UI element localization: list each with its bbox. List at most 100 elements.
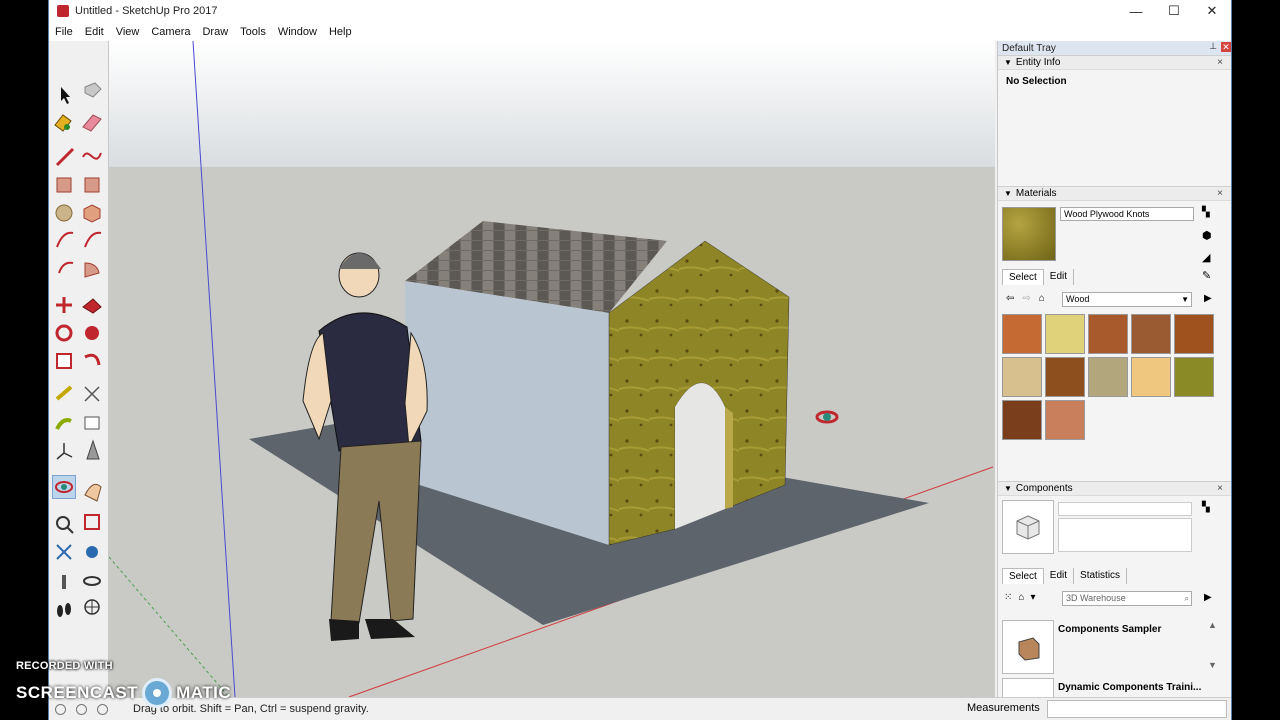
tab-select[interactable]: Select — [1002, 568, 1044, 584]
material-swatch[interactable] — [1131, 314, 1171, 354]
record-icon — [142, 678, 173, 708]
zoom-icon — [56, 516, 74, 534]
back-icon[interactable]: ⇦ — [1006, 293, 1014, 304]
material-swatch[interactable] — [1002, 314, 1042, 354]
material-swatch[interactable] — [1045, 400, 1085, 440]
tab-edit[interactable]: Edit — [1044, 568, 1075, 584]
sky — [109, 41, 995, 167]
details-icon[interactable]: ▚ — [1202, 502, 1210, 513]
push-pull-icon — [82, 298, 102, 314]
paint-bucket-icon — [54, 114, 72, 132]
door-edge — [725, 407, 733, 509]
tab-select[interactable]: Select — [1002, 269, 1044, 285]
components-title: Components — [1015, 483, 1073, 494]
menu-view[interactable]: View — [110, 26, 146, 38]
material-swatch[interactable] — [1045, 357, 1085, 397]
library-dropdown[interactable]: Wood ▼ — [1062, 292, 1192, 307]
panel-close-icon[interactable]: × — [1217, 188, 1223, 199]
window-controls: — ☐ ✕ — [1117, 0, 1231, 22]
default-material-icon[interactable]: ◢ — [1202, 251, 1210, 264]
material-swatch[interactable] — [1088, 314, 1128, 354]
material-swatch[interactable] — [1131, 357, 1171, 397]
component-description-field[interactable] — [1058, 518, 1192, 552]
list-item[interactable]: Dynamic Components Traini... — [1002, 678, 1202, 698]
tab-edit[interactable]: Edit — [1044, 269, 1075, 285]
selection-status: No Selection — [1006, 76, 1067, 87]
chevron-down-icon[interactable]: ▾ — [1030, 592, 1035, 603]
3d-text-icon — [86, 439, 100, 460]
minimize-button[interactable]: — — [1117, 0, 1155, 22]
rotate-icon — [55, 324, 73, 342]
search-field[interactable]: 3D Warehouse ⌕ — [1062, 591, 1192, 606]
menu-window[interactable]: Window — [272, 26, 323, 38]
menu-file[interactable]: File — [49, 26, 79, 38]
sample-paint-icon[interactable]: ✎ — [1202, 269, 1211, 282]
scene-drawing — [109, 41, 995, 697]
tab-statistics[interactable]: Statistics — [1074, 568, 1128, 584]
material-swatch[interactable] — [1088, 357, 1128, 397]
tray-title-bar: Default Tray ⊥ ✕ — [998, 41, 1231, 55]
sketchup-app-icon — [57, 5, 69, 17]
panel-close-icon[interactable]: × — [1217, 57, 1223, 68]
details-arrow-icon[interactable]: ▶ — [1204, 293, 1212, 304]
material-name-field[interactable]: Wood Plywood Knots — [1060, 207, 1194, 221]
entity-info-header[interactable]: ▼ Entity Info × — [998, 55, 1231, 70]
maximize-button[interactable]: ☐ — [1155, 0, 1193, 22]
pin-icon[interactable]: ⊥ — [1209, 41, 1217, 52]
menu-bar: File Edit View Camera Draw Tools Window … — [49, 22, 1231, 41]
create-material-icon[interactable]: ⬢ — [1202, 229, 1212, 242]
material-swatch[interactable] — [1174, 314, 1214, 354]
menu-tools[interactable]: Tools — [234, 26, 272, 38]
tray-title: Default Tray — [1002, 42, 1056, 54]
move-icon — [56, 297, 72, 313]
close-button[interactable]: ✕ — [1193, 0, 1231, 22]
panel-close-icon[interactable]: × — [1217, 483, 1223, 494]
material-swatch[interactable] — [1045, 314, 1085, 354]
collapse-triangle-icon: ▼ — [1004, 484, 1012, 493]
look-around-icon — [83, 576, 101, 586]
arc-icon — [56, 231, 74, 248]
menu-draw[interactable]: Draw — [196, 26, 234, 38]
home-icon[interactable]: ⌂ — [1018, 592, 1024, 603]
details-icon[interactable]: ▚ — [1202, 207, 1210, 218]
position-camera-icon — [62, 575, 66, 589]
protractor-icon — [55, 418, 72, 430]
measurements-input[interactable] — [1047, 700, 1227, 718]
circle-icon — [55, 204, 73, 222]
materials-body: Wood Plywood Knots ▚ ⬢ ◢ Select Edit ✎ ⇦… — [998, 201, 1231, 481]
forward-icon[interactable]: ⇨ — [1022, 293, 1030, 304]
material-swatch[interactable] — [1002, 357, 1042, 397]
library-name: Wood — [1066, 294, 1090, 304]
doorway — [675, 383, 725, 529]
eraser-icon — [82, 114, 102, 132]
scrollbar[interactable]: ▲ ▼ — [1208, 620, 1218, 690]
menu-camera[interactable]: Camera — [145, 26, 196, 38]
menu-edit[interactable]: Edit — [79, 26, 110, 38]
components-header[interactable]: ▼ Components × — [998, 481, 1231, 496]
large-tool-set — [49, 41, 109, 697]
freehand-icon — [82, 152, 102, 160]
search-icon[interactable]: ⌕ — [1185, 592, 1189, 605]
model-viewport[interactable] — [109, 41, 995, 697]
material-swatch[interactable] — [1002, 400, 1042, 440]
material-preview[interactable] — [1002, 207, 1056, 261]
details-arrow-icon[interactable]: ▶ — [1204, 592, 1212, 603]
component-name-field[interactable] — [1058, 502, 1192, 516]
scale-icon — [56, 353, 72, 369]
materials-header[interactable]: ▼ Materials × — [998, 186, 1231, 201]
tray-close-icon[interactable]: ✕ — [1221, 42, 1231, 52]
list-item[interactable]: Components Sampler — [1002, 620, 1202, 674]
material-swatch[interactable] — [1174, 357, 1214, 397]
measurements-label: Measurements — [967, 702, 1040, 714]
section-plane-icon — [84, 599, 100, 615]
screencast-watermark: RECORDED WITH SCREENCAST MATIC — [16, 660, 231, 708]
window-title: Untitled - SketchUp Pro 2017 — [75, 5, 218, 17]
home-icon[interactable]: ⌂ — [1039, 293, 1045, 304]
component-preview[interactable] — [1002, 500, 1054, 554]
sketchup-window: Untitled - SketchUp Pro 2017 — ☐ ✕ File … — [48, 0, 1232, 720]
collapse-triangle-icon: ▼ — [1004, 189, 1012, 198]
watermark-word-right: MATIC — [176, 683, 232, 702]
follow-me-icon — [85, 326, 99, 340]
view-options-icon[interactable]: ⁙ — [1004, 592, 1012, 603]
menu-help[interactable]: Help — [323, 26, 358, 38]
